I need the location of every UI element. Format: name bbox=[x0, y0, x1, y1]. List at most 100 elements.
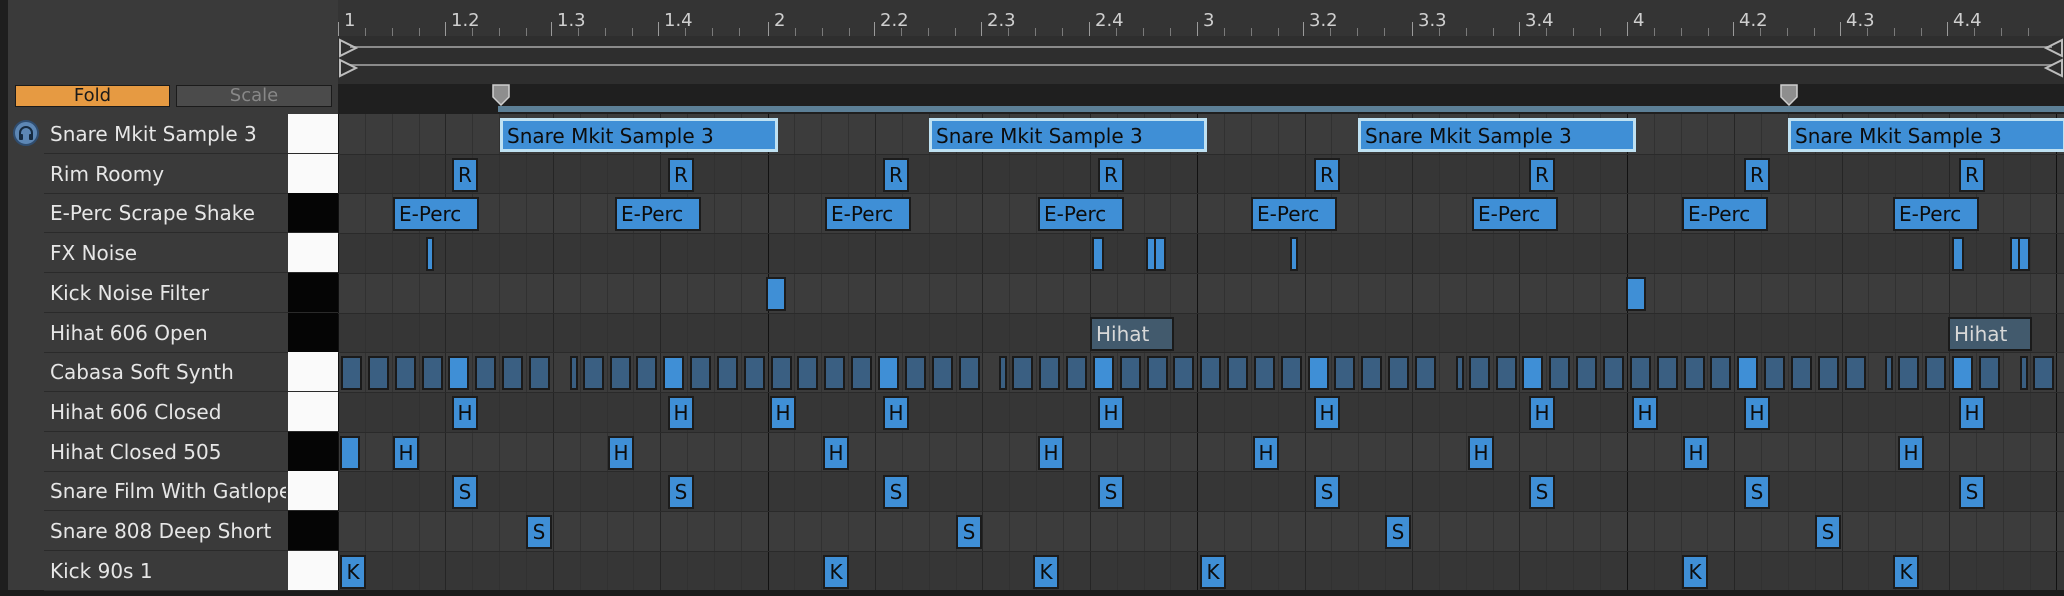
fold-button[interactable]: Fold bbox=[15, 85, 170, 107]
note[interactable] bbox=[1979, 356, 2000, 391]
note[interactable] bbox=[1039, 356, 1060, 391]
note[interactable]: H bbox=[1744, 395, 1770, 430]
note[interactable]: R bbox=[1959, 157, 1985, 192]
note[interactable] bbox=[502, 356, 523, 391]
note[interactable]: K bbox=[823, 554, 849, 589]
note[interactable] bbox=[570, 356, 578, 391]
note[interactable] bbox=[1737, 356, 1758, 391]
note[interactable] bbox=[610, 356, 631, 391]
note-grid[interactable]: Snare Mkit Sample 3 Snare Mkit Sample 3 Sn… bbox=[338, 114, 2064, 590]
note[interactable]: H bbox=[1632, 395, 1658, 430]
note[interactable]: S bbox=[883, 475, 909, 510]
note[interactable] bbox=[1388, 356, 1409, 391]
note[interactable] bbox=[1952, 356, 1973, 391]
note[interactable]: H bbox=[1098, 395, 1124, 430]
pad-name-label[interactable]: Snare Film With Gatlope bbox=[50, 472, 286, 510]
note-lane[interactable] bbox=[338, 153, 2064, 194]
note[interactable]: S bbox=[1959, 475, 1985, 510]
note[interactable] bbox=[905, 356, 926, 391]
locator-marker-area[interactable] bbox=[338, 84, 2064, 114]
note[interactable] bbox=[2018, 237, 2030, 272]
note[interactable]: H bbox=[1898, 435, 1924, 470]
note[interactable]: S bbox=[526, 515, 552, 549]
note[interactable] bbox=[1415, 356, 1436, 391]
note[interactable]: Hihat bbox=[1090, 316, 1174, 351]
note[interactable]: H bbox=[1038, 435, 1064, 470]
note[interactable] bbox=[744, 356, 765, 391]
note[interactable]: S bbox=[452, 475, 478, 510]
note[interactable]: S bbox=[1098, 475, 1124, 510]
note[interactable]: Snare Mkit Sample 3 bbox=[929, 118, 1207, 152]
note[interactable] bbox=[1522, 356, 1543, 391]
note[interactable] bbox=[340, 435, 360, 470]
note[interactable]: H bbox=[883, 395, 909, 430]
note[interactable]: H bbox=[608, 435, 634, 470]
note[interactable]: E-Perc bbox=[1251, 197, 1337, 232]
piano-key[interactable] bbox=[288, 153, 338, 194]
note-lane[interactable] bbox=[338, 471, 2064, 512]
note[interactable]: R bbox=[668, 157, 694, 192]
note[interactable]: H bbox=[1468, 435, 1494, 470]
note[interactable] bbox=[1710, 356, 1731, 391]
note[interactable] bbox=[663, 356, 684, 391]
note[interactable]: R bbox=[883, 157, 909, 192]
pad-name-label[interactable]: Snare Mkit Sample 3 bbox=[50, 115, 286, 153]
note[interactable]: H bbox=[452, 395, 478, 430]
note[interactable]: E-Perc bbox=[825, 197, 911, 232]
note[interactable]: Snare Mkit Sample 3 bbox=[1788, 118, 2064, 152]
note[interactable] bbox=[426, 237, 434, 272]
pad-name-label[interactable]: Hihat 606 Open bbox=[50, 314, 286, 352]
note[interactable]: H bbox=[1959, 395, 1985, 430]
note[interactable]: R bbox=[452, 157, 478, 192]
note[interactable] bbox=[1496, 356, 1517, 391]
note[interactable]: E-Perc bbox=[1038, 197, 1124, 232]
note[interactable] bbox=[1791, 356, 1812, 391]
note[interactable] bbox=[448, 356, 469, 391]
note[interactable] bbox=[1576, 356, 1597, 391]
timeline-ruler[interactable]: 1 1.2 1.3 1.4 2 2.2 2.3 2.4 3 3.2 3.3 3.4 4 4.2 4.3 4.4 bbox=[338, 0, 2064, 37]
note[interactable] bbox=[1254, 356, 1275, 391]
note[interactable]: R bbox=[1098, 157, 1124, 192]
note[interactable] bbox=[1120, 356, 1141, 391]
note[interactable] bbox=[1227, 356, 1248, 391]
note[interactable] bbox=[717, 356, 738, 391]
pad-name-label[interactable]: Cabasa Soft Synth bbox=[50, 353, 286, 391]
note-lane[interactable] bbox=[338, 391, 2064, 432]
piano-key[interactable] bbox=[288, 114, 338, 154]
note[interactable] bbox=[1925, 356, 1946, 391]
note[interactable] bbox=[878, 356, 899, 391]
note[interactable] bbox=[1764, 356, 1785, 391]
note[interactable] bbox=[932, 356, 953, 391]
note[interactable] bbox=[771, 356, 792, 391]
loop-end-icon[interactable] bbox=[2044, 38, 2064, 82]
note[interactable]: K bbox=[1682, 554, 1708, 589]
note[interactable]: E-Perc bbox=[1682, 197, 1768, 232]
note[interactable]: S bbox=[1385, 515, 1411, 549]
piano-key[interactable] bbox=[288, 312, 338, 353]
note[interactable]: R bbox=[1529, 157, 1555, 192]
note[interactable]: H bbox=[1683, 435, 1709, 470]
note[interactable]: E-Perc bbox=[1472, 197, 1558, 232]
note[interactable] bbox=[851, 356, 872, 391]
note[interactable]: E-Perc bbox=[393, 197, 479, 232]
note[interactable]: H bbox=[770, 395, 796, 430]
note[interactable] bbox=[1092, 237, 1104, 272]
piano-key[interactable] bbox=[288, 471, 338, 512]
note[interactable] bbox=[1657, 356, 1678, 391]
loop-brace-area[interactable] bbox=[338, 36, 2064, 85]
note[interactable] bbox=[2020, 356, 2028, 391]
note[interactable] bbox=[583, 356, 604, 391]
piano-key[interactable] bbox=[288, 511, 338, 551]
note[interactable]: H bbox=[668, 395, 694, 430]
note[interactable] bbox=[1456, 356, 1464, 391]
note[interactable] bbox=[422, 356, 443, 391]
note-lane[interactable] bbox=[338, 193, 2064, 234]
note[interactable]: S bbox=[956, 515, 982, 549]
piano-key[interactable] bbox=[288, 233, 338, 274]
note[interactable] bbox=[1885, 356, 1893, 391]
note[interactable] bbox=[1308, 356, 1329, 391]
piano-key[interactable] bbox=[288, 550, 338, 591]
note[interactable] bbox=[766, 276, 786, 311]
note-lane[interactable] bbox=[338, 511, 2064, 551]
note[interactable] bbox=[368, 356, 389, 391]
